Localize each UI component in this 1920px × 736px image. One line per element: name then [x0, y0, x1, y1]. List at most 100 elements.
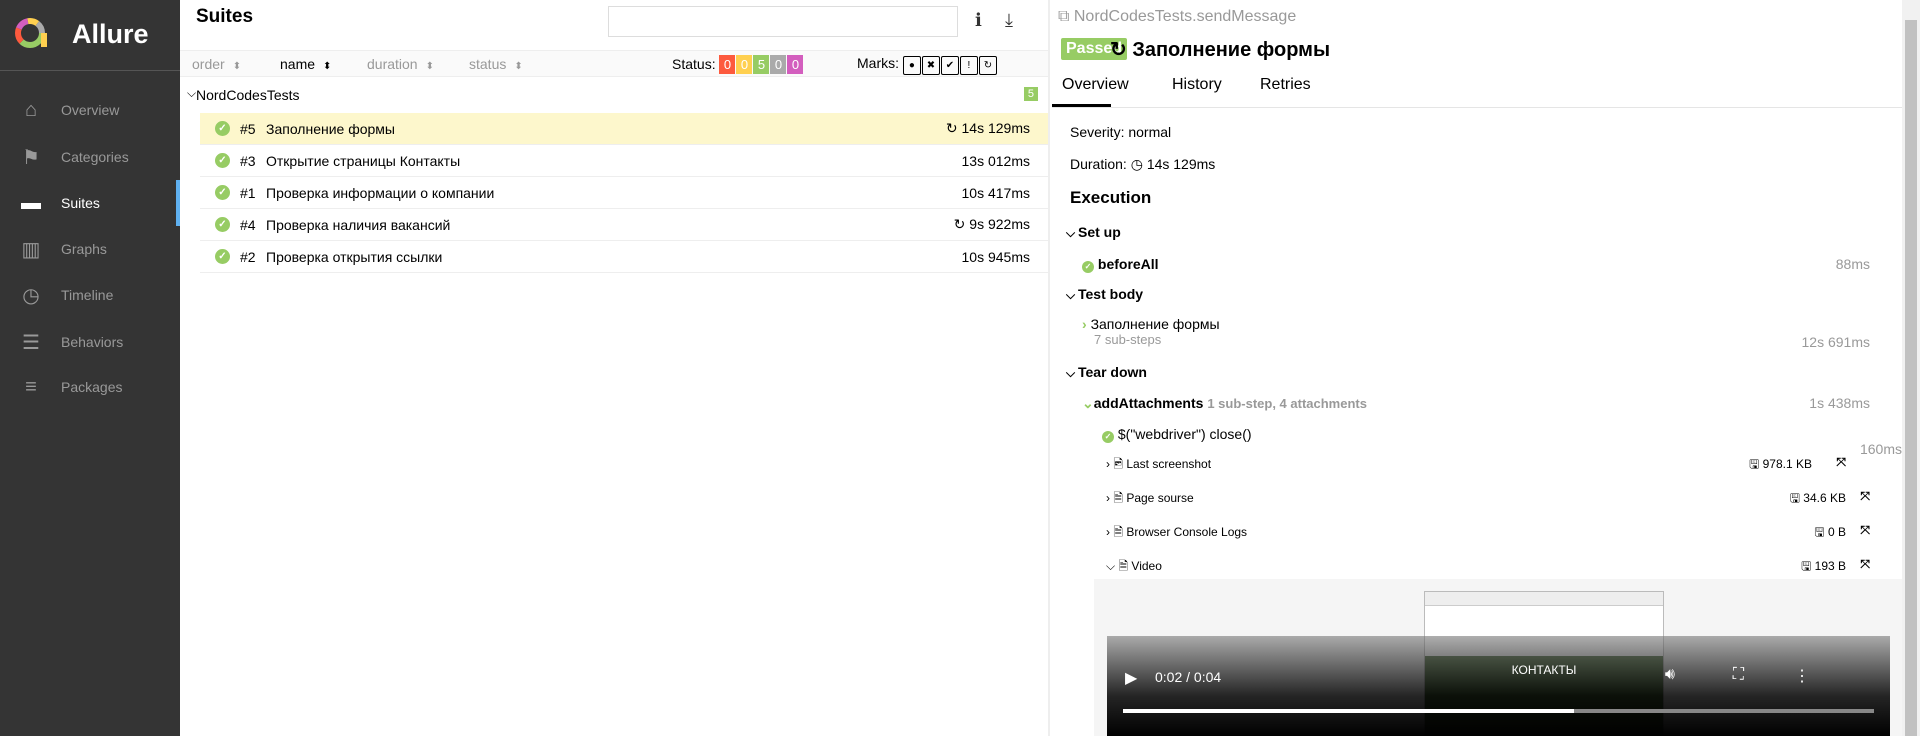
step-name: beforeAll	[1097, 256, 1159, 272]
sort-duration[interactable]: duration ⬍	[367, 56, 434, 72]
info-icon[interactable]: ℹ	[975, 10, 982, 31]
test-details-panel: ⧉ NordCodesTests.sendMessage Passed ↻ За…	[1050, 0, 1902, 736]
sidebar-item-behaviors[interactable]: ☰ Behaviors	[0, 319, 180, 365]
test-row[interactable]: ✓ #1 Проверка информации о компании 10s …	[200, 177, 1048, 209]
new-broken-icon[interactable]: !	[959, 56, 978, 75]
flaky-bomb-icon[interactable]: ●	[902, 56, 921, 75]
text-file-icon: 🗎	[1113, 525, 1127, 539]
expand-icon[interactable]: ⤧	[1860, 557, 1870, 572]
expand-icon[interactable]: ⤧	[1836, 455, 1846, 470]
more-options-icon[interactable]: ⋮	[1794, 666, 1810, 686]
tabs-divider	[1052, 107, 1902, 108]
briefcase-icon: ▬	[21, 191, 41, 214]
retries-icon[interactable]: ↻	[978, 56, 997, 75]
sidebar-item-categories[interactable]: ⚑ Categories	[0, 134, 180, 180]
execution-heading: Execution	[1070, 188, 1152, 207]
volume-icon[interactable]: 🔊︎	[1665, 666, 1675, 684]
sort-order[interactable]: order ⬍	[192, 56, 241, 72]
sidebar-item-timeline[interactable]: ◷ Timeline	[0, 272, 180, 318]
test-duration: 14s 129ms	[961, 120, 1030, 136]
substep-duration: 160ms	[1859, 441, 1902, 457]
test-name: Открытие страницы Контакты	[266, 152, 461, 169]
status-passed-toggle[interactable]: 5	[753, 55, 770, 74]
allure-logo-icon	[15, 18, 47, 48]
tab-overview[interactable]: Overview	[1062, 76, 1129, 94]
step-name: $("webdriver") close()	[1117, 426, 1252, 442]
search-input[interactable]	[608, 6, 958, 37]
severity: Severity: normal	[1070, 124, 1172, 140]
test-row[interactable]: ✓ #4 Проверка наличия вакансий ↻ 9s 922m…	[200, 209, 1048, 241]
video-player[interactable]: ▶ 0:02 / 0:04 🔊︎ ⛶ ⋮	[1107, 636, 1890, 736]
step-name: addAttachments	[1093, 395, 1204, 411]
sort-label: duration	[367, 56, 418, 72]
step-addattachments[interactable]: ⌄addAttachments 1 sub-step, 4 attachment…	[1082, 395, 1870, 412]
status-broken-toggle[interactable]: 0	[736, 55, 753, 74]
copy-icon[interactable]: ⧉	[1058, 8, 1074, 25]
scrollbar[interactable]	[1902, 0, 1920, 736]
attachment-row[interactable]: › 🗎 Browser Console Logs 🖫 0 B ⤧	[1106, 523, 1870, 544]
step-substeps: 7 sub-steps	[1094, 332, 1162, 347]
sort-label: name	[280, 56, 316, 72]
test-row[interactable]: ✓ #3 Открытие страницы Контакты 13s 012m…	[200, 145, 1048, 177]
sidebar-item-label: Packages	[61, 379, 123, 395]
size-text: 34.6 KB	[1803, 491, 1846, 505]
passed-icon: ✓	[1102, 431, 1114, 443]
test-name: Проверка открытия ссылки	[266, 248, 443, 265]
attachment-row[interactable]: › 🗎 Page sourse 🖫 34.6 KB ⤧	[1106, 489, 1870, 510]
sidebar-item-label: Categories	[61, 149, 129, 165]
passed-icon: ✓	[215, 249, 230, 264]
retry-icon: ↻	[1110, 39, 1133, 61]
fullscreen-icon[interactable]: ⛶	[1733, 666, 1744, 684]
sort-name[interactable]: name ⬍	[280, 56, 331, 72]
tab-history[interactable]: History	[1172, 76, 1222, 94]
test-duration: 13s 012ms	[961, 152, 1030, 169]
passed-icon: ✓	[215, 153, 230, 168]
video-time: 0:02 / 0:04	[1155, 669, 1222, 685]
test-row[interactable]: ✓ #2 Проверка открытия ссылки 10s 945ms	[200, 241, 1048, 273]
play-icon[interactable]: ▶	[1125, 668, 1137, 688]
home-icon: ⌂	[24, 98, 38, 121]
tab-retries[interactable]: Retries	[1260, 76, 1311, 94]
expand-icon[interactable]: ⤧	[1860, 489, 1870, 504]
scrollbar-thumb[interactable]	[1905, 20, 1917, 736]
list-icon: ☰	[22, 331, 40, 354]
attachment-row[interactable]: ⌵ 🗎 Video 🖫 193 B ⤧	[1106, 557, 1870, 578]
status-failed-toggle[interactable]: 0	[719, 55, 736, 74]
allure-logo[interactable]: Allure	[14, 16, 149, 52]
sidebar-item-overview[interactable]: ⌂ Overview	[0, 87, 180, 133]
attachment-size: 🖫 193 B	[1801, 559, 1846, 573]
test-duration: 10s 945ms	[961, 248, 1030, 265]
video-progress-bar[interactable]	[1123, 709, 1874, 713]
test-duration: 9s 922ms	[969, 216, 1030, 232]
test-full-name[interactable]: ⧉ NordCodesTests.sendMessage	[1058, 8, 1296, 26]
chevron-down-icon: ⌵	[1106, 559, 1119, 573]
new-passed-icon[interactable]: ✔	[940, 56, 959, 75]
sidebar-item-graphs[interactable]: ▥ Graphs	[0, 226, 180, 272]
status-skipped-toggle[interactable]: 0	[770, 55, 787, 74]
sidebar-item-suites[interactable]: ▬ Suites	[0, 180, 180, 226]
sidebar-item-packages[interactable]: ≡ Packages	[0, 364, 180, 410]
test-number: #4	[240, 216, 256, 233]
setup-section[interactable]: ⌵ Set up	[1066, 224, 1121, 241]
download-icon[interactable]: ⤓	[1005, 10, 1013, 31]
step-beforeall[interactable]: ✓ beforeAll 88ms	[1082, 256, 1870, 273]
passed-icon: ✓	[215, 185, 230, 200]
new-failed-icon[interactable]: ✖	[921, 56, 940, 75]
testbody-section[interactable]: ⌵ Test body	[1066, 286, 1143, 303]
step-body[interactable]: › Заполнение формы 7 sub-steps 12s 691ms	[1082, 316, 1870, 350]
suite-group[interactable]: ⌵ NordCodesTests 5	[180, 80, 1048, 108]
status-label: Status:	[672, 56, 716, 72]
test-row[interactable]: ✓ #5 Заполнение формы ↻ 14s 129ms	[200, 113, 1048, 145]
sidebar-item-label: Suites	[61, 195, 100, 211]
attachment-name: Video	[1131, 559, 1162, 573]
test-title: ↻ Заполнение формы	[1110, 37, 1330, 62]
sort-status[interactable]: status ⬍	[469, 56, 523, 72]
substep-webdriver-close[interactable]: ✓ $("webdriver") close()	[1102, 426, 1252, 443]
attachment-row[interactable]: › 🖻 Last screenshot 🖫 978.1 KB ⤧	[1106, 455, 1846, 476]
sidebar-item-label: Behaviors	[61, 334, 124, 350]
teardown-section[interactable]: ⌵ Tear down	[1066, 364, 1147, 381]
expand-icon[interactable]: ⤧	[1860, 523, 1870, 538]
step-duration: 1s 438ms	[1809, 395, 1870, 411]
section-label: Tear down	[1078, 364, 1147, 380]
status-unknown-toggle[interactable]: 0	[787, 55, 804, 74]
